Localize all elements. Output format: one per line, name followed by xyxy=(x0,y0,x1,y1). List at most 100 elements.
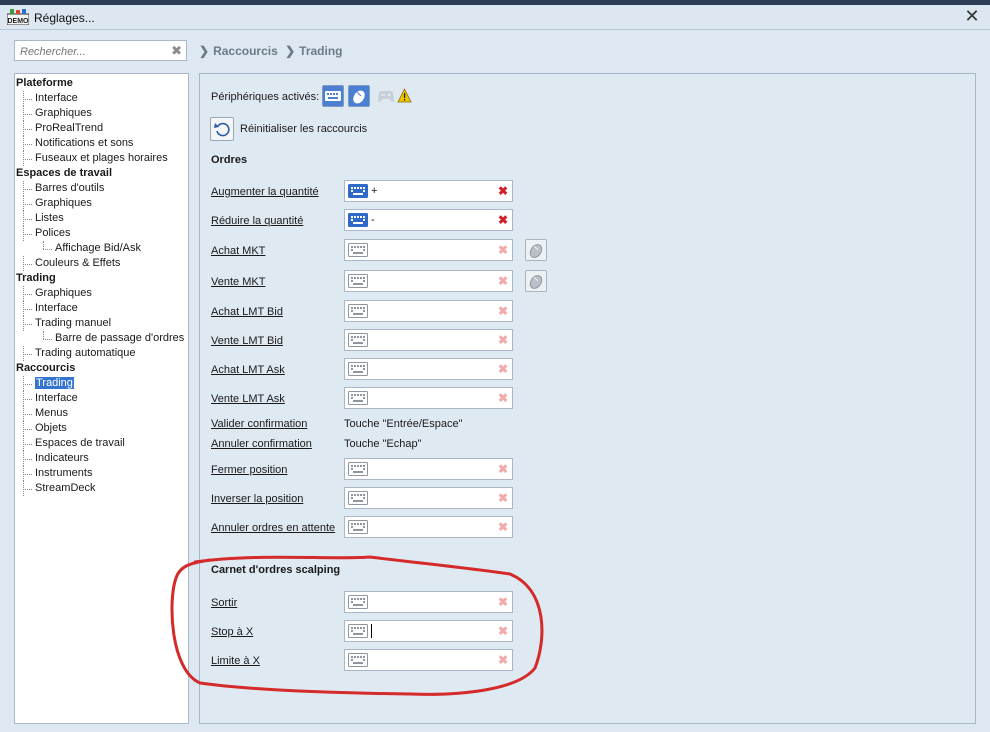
clear-shortcut-icon[interactable]: ✖ xyxy=(498,243,508,257)
tree-item-label: Graphiques xyxy=(35,287,92,299)
search-box: ✖ xyxy=(14,40,187,61)
warning-icon xyxy=(397,88,412,103)
tree-item[interactable]: StreamDeck xyxy=(15,481,188,496)
position-shortcut-input[interactable]: ✖ xyxy=(344,487,513,509)
tree-item[interactable]: Espaces de travail xyxy=(15,436,188,451)
shortcut-input[interactable]: + ✖ xyxy=(344,180,513,202)
shortcut-value: - xyxy=(371,214,375,226)
shortcut-value: + xyxy=(371,185,378,197)
tree-item-label: Graphiques xyxy=(35,107,92,119)
tree-item-label: Couleurs & Effets xyxy=(35,257,121,269)
clear-shortcut-icon[interactable]: ✖ xyxy=(498,491,508,505)
tree-item-label: Graphiques xyxy=(35,197,92,209)
tree-item[interactable]: Affichage Bid/Ask xyxy=(15,241,188,256)
clear-shortcut-icon[interactable]: ✖ xyxy=(498,304,508,318)
shortcut-input[interactable]: ✖ xyxy=(344,239,513,261)
shortcut-input[interactable]: - ✖ xyxy=(344,209,513,231)
tree-item-label: Trading automatique xyxy=(35,347,136,359)
tree-item[interactable]: Barre de passage d'ordres xyxy=(15,331,188,346)
clear-shortcut-icon[interactable]: ✖ xyxy=(498,333,508,347)
mouse-icon xyxy=(529,244,543,258)
shortcut-input[interactable]: ✖ xyxy=(344,358,513,380)
scalping-shortcut-input[interactable]: ✖ xyxy=(344,649,513,671)
clear-shortcut-icon[interactable]: ✖ xyxy=(498,213,508,227)
tree-category[interactable]: Trading xyxy=(15,271,188,286)
orders-section-title: Ordres xyxy=(211,154,248,166)
position-row-label: Annuler ordres en attente xyxy=(211,522,336,534)
breadcrumb: ❯ Raccourcis ❯ Trading xyxy=(199,44,347,58)
shortcut-input[interactable]: ✖ xyxy=(344,300,513,322)
tree-item[interactable]: ProRealTrend xyxy=(15,121,188,136)
clear-shortcut-icon[interactable]: ✖ xyxy=(498,274,508,288)
keyboard-icon xyxy=(348,520,368,534)
tree-item-label: Listes xyxy=(35,212,64,224)
clear-shortcut-icon[interactable]: ✖ xyxy=(498,595,508,609)
scalping-row-label: Limite à X xyxy=(211,655,260,667)
shortcut-row-label: Achat LMT Ask xyxy=(211,364,285,376)
peripherals-label: Périphériques activés: xyxy=(211,91,320,103)
tree-item[interactable]: Menus xyxy=(15,406,188,421)
clear-shortcut-icon[interactable]: ✖ xyxy=(498,184,508,198)
clear-search-icon[interactable]: ✖ xyxy=(171,43,182,59)
mouse-shortcut-button[interactable] xyxy=(525,239,547,261)
settings-panel: Périphériques activés: Réinitialiser les… xyxy=(199,73,976,724)
confirm-key-value: Touche "Echap" xyxy=(344,438,422,450)
keyboard-icon xyxy=(348,391,368,405)
tree-item[interactable]: Barres d'outils xyxy=(15,181,188,196)
tree-item[interactable]: Polices xyxy=(15,226,188,241)
mouse-icon xyxy=(353,90,365,104)
clear-shortcut-icon[interactable]: ✖ xyxy=(498,362,508,376)
tree-category[interactable]: Plateforme xyxy=(15,76,188,91)
breadcrumb-item[interactable]: Raccourcis xyxy=(213,44,278,58)
search-input[interactable] xyxy=(18,42,172,61)
reset-shortcuts-button[interactable] xyxy=(210,117,234,141)
keyboard-icon xyxy=(348,184,368,198)
tree-item[interactable]: Interface xyxy=(15,301,188,316)
tree-item-label: Indicateurs xyxy=(35,452,89,464)
mouse-device-toggle[interactable] xyxy=(348,85,370,107)
tree-item[interactable]: Graphiques xyxy=(15,196,188,211)
tree-category[interactable]: Raccourcis xyxy=(15,361,188,376)
window-title: Réglages... xyxy=(34,11,95,25)
tree-item[interactable]: Couleurs & Effets xyxy=(15,256,188,271)
tree-item[interactable]: Trading xyxy=(15,376,188,391)
tree-item[interactable]: Trading automatique xyxy=(15,346,188,361)
keyboard-icon xyxy=(348,304,368,318)
tree-item[interactable]: Fuseaux et plages horaires xyxy=(15,151,188,166)
shortcut-input[interactable]: ✖ xyxy=(344,329,513,351)
gamepad-icon[interactable] xyxy=(376,87,396,105)
title-bar: DEMO Réglages... ✕ xyxy=(0,5,990,30)
tree-item[interactable]: Interface xyxy=(15,391,188,406)
shortcut-input[interactable]: ✖ xyxy=(344,387,513,409)
tree-item[interactable]: Graphiques xyxy=(15,106,188,121)
clear-shortcut-icon[interactable]: ✖ xyxy=(498,624,508,638)
position-shortcut-input[interactable]: ✖ xyxy=(344,458,513,480)
tree-item-label: Barres d'outils xyxy=(35,182,105,194)
scalping-shortcut-input[interactable]: ✖ xyxy=(344,620,513,642)
tree-item[interactable]: Notifications et sons xyxy=(15,136,188,151)
tree-item[interactable]: Listes xyxy=(15,211,188,226)
tree-item[interactable]: Graphiques xyxy=(15,286,188,301)
keyboard-device-toggle[interactable] xyxy=(322,85,344,107)
keyboard-icon xyxy=(348,462,368,476)
tree-item[interactable]: Trading manuel xyxy=(15,316,188,331)
shortcut-row-label: Augmenter la quantité xyxy=(211,186,319,198)
tree-item-label: Trading xyxy=(35,377,74,389)
mouse-shortcut-button[interactable] xyxy=(525,270,547,292)
close-icon[interactable]: ✕ xyxy=(964,7,980,25)
position-shortcut-input[interactable]: ✖ xyxy=(344,516,513,538)
clear-shortcut-icon[interactable]: ✖ xyxy=(498,462,508,476)
tree-item[interactable]: Indicateurs xyxy=(15,451,188,466)
tree-item[interactable]: Instruments xyxy=(15,466,188,481)
tree-item-label: Interface xyxy=(35,92,78,104)
tree-item[interactable]: Objets xyxy=(15,421,188,436)
shortcut-input[interactable]: ✖ xyxy=(344,270,513,292)
tree-item[interactable]: Interface xyxy=(15,91,188,106)
tree-item-label: Polices xyxy=(35,227,71,239)
tree-category[interactable]: Espaces de travail xyxy=(15,166,188,181)
clear-shortcut-icon[interactable]: ✖ xyxy=(498,653,508,667)
clear-shortcut-icon[interactable]: ✖ xyxy=(498,520,508,534)
tree-item-label: Instruments xyxy=(35,467,93,479)
clear-shortcut-icon[interactable]: ✖ xyxy=(498,391,508,405)
scalping-shortcut-input[interactable]: ✖ xyxy=(344,591,513,613)
